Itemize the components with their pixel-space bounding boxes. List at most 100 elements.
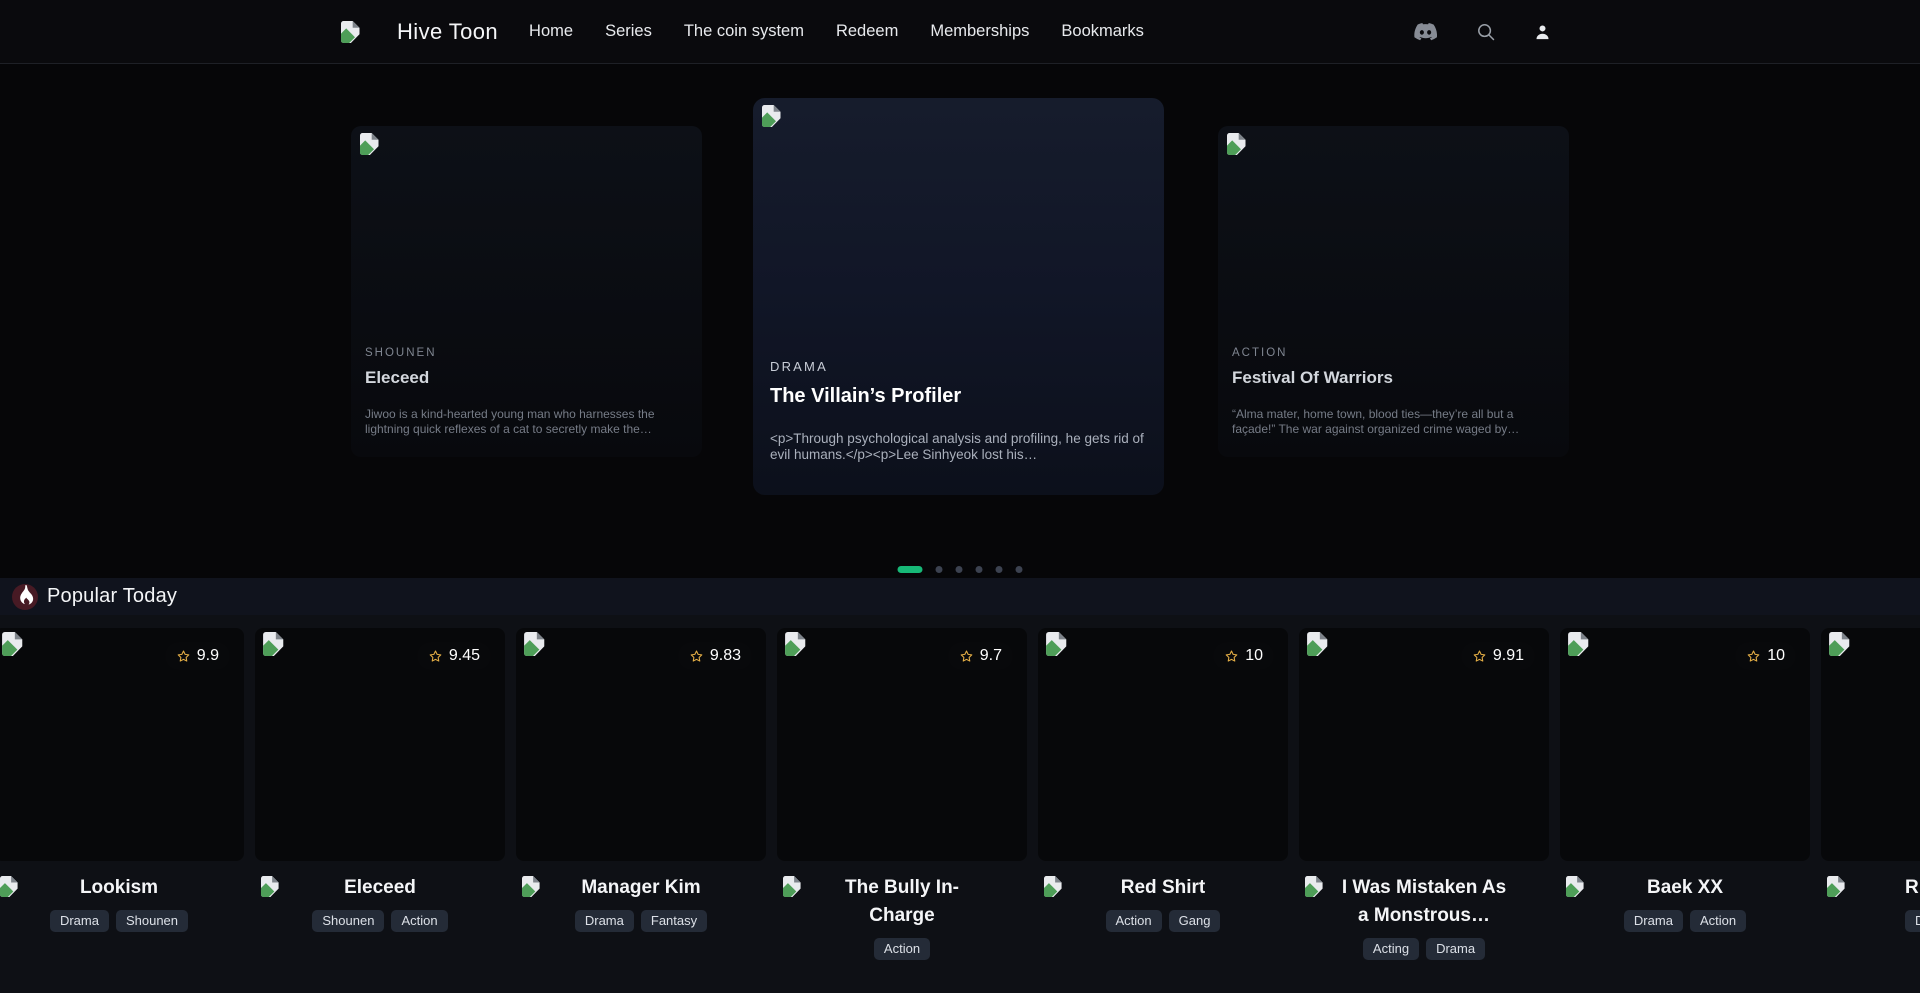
slide-title[interactable]: Eleceed [365, 368, 688, 388]
series-meta: Baek XX Drama Action [1560, 874, 1810, 932]
genre-tag[interactable]: Shounen [116, 910, 188, 932]
nav-link-memberships[interactable]: Memberships [930, 22, 1029, 41]
carousel-dot[interactable] [956, 566, 963, 573]
nav-link-coin-system[interactable]: The coin system [684, 22, 804, 41]
series-cover[interactable] [1821, 628, 1920, 861]
series-card[interactable]: R Th D [1821, 628, 1920, 960]
popular-today-header: Popular Today [0, 578, 1920, 615]
genre-tag[interactable]: Drama [575, 910, 634, 932]
slide-genre: SHOUNEN [365, 347, 688, 359]
broken-image-icon [1044, 876, 1063, 897]
rating-badge: 9.9 [165, 642, 230, 670]
rating-value: 9.83 [710, 647, 741, 665]
series-title[interactable]: I Was Mistaken As a Monstrous… [1337, 874, 1512, 930]
rating-value: 10 [1767, 647, 1785, 665]
series-card[interactable]: 10 Baek XX Drama Action [1560, 628, 1810, 960]
series-card[interactable]: 9.9 Lookism Drama Shounen [0, 628, 244, 960]
series-cover[interactable]: 9.45 [255, 628, 505, 861]
hero-slide-next[interactable]: ACTION Festival Of Warriors “Alma mater,… [1218, 126, 1569, 457]
series-meta: R Th D [1821, 874, 1920, 932]
genre-tag[interactable]: Action [391, 910, 447, 932]
popular-section: 9.9 Lookism Drama Shounen 9.45 [0, 615, 1920, 993]
series-title[interactable]: R Th [1905, 874, 1920, 902]
series-title[interactable]: Lookism [32, 874, 207, 902]
series-cover[interactable]: 9.83 [516, 628, 766, 861]
genre-tag[interactable]: Fantasy [641, 910, 707, 932]
slide-genre: DRAMA [770, 359, 1147, 374]
broken-image-icon [263, 632, 285, 656]
hero-carousel: SHOUNEN Eleceed Jiwoo is a kind-hearted … [0, 64, 1920, 578]
rating-badge: 9.83 [678, 642, 752, 670]
series-cover[interactable]: 9.9 [0, 628, 244, 861]
broken-image-icon [1307, 632, 1329, 656]
series-card[interactable]: 9.7 The Bully In-Charge Action [777, 628, 1027, 960]
series-meta: I Was Mistaken As a Monstrous… Acting Dra… [1299, 874, 1549, 960]
series-title[interactable]: Baek XX [1598, 874, 1773, 902]
carousel-dot[interactable] [1016, 566, 1023, 573]
broken-image-icon [1566, 876, 1585, 897]
user-icon[interactable] [1535, 24, 1550, 40]
broken-image-icon [1227, 132, 1247, 156]
broken-image-icon [360, 132, 380, 156]
broken-image-icon [783, 876, 802, 897]
slide-title[interactable]: Festival Of Warriors [1232, 368, 1555, 388]
discord-icon[interactable] [1414, 23, 1437, 41]
carousel-dot[interactable] [936, 566, 943, 573]
tag-list: D [1905, 910, 1920, 932]
genre-tag[interactable]: Gang [1169, 910, 1221, 932]
carousel-dot[interactable] [976, 566, 983, 573]
genre-tag[interactable]: Drama [50, 910, 109, 932]
nav-link-series[interactable]: Series [605, 22, 652, 41]
genre-tag[interactable]: Action [1106, 910, 1162, 932]
series-title[interactable]: Red Shirt [1076, 874, 1251, 902]
site-logo-broken-image-icon[interactable] [341, 20, 361, 44]
rating-value: 9.7 [980, 647, 1002, 665]
series-card[interactable]: 9.91 I Was Mistaken As a Monstrous… Acti… [1299, 628, 1549, 960]
series-meta: Red Shirt Action Gang [1038, 874, 1288, 932]
section-heading: Popular Today [47, 585, 177, 608]
rating-badge: 9.91 [1461, 642, 1535, 670]
series-meta: Lookism Drama Shounen [0, 874, 244, 932]
series-cover[interactable]: 10 [1038, 628, 1288, 861]
genre-tag[interactable]: Drama [1624, 910, 1683, 932]
search-icon[interactable] [1477, 23, 1495, 41]
series-cover[interactable]: 9.91 [1299, 628, 1549, 861]
nav-link-redeem[interactable]: Redeem [836, 22, 898, 41]
series-card[interactable]: 9.45 Eleceed Shounen Action [255, 628, 505, 960]
carousel-pagination [898, 566, 1023, 573]
navbar: Hive Toon Home Series The coin system Re… [0, 0, 1920, 64]
series-card[interactable]: 10 Red Shirt Action Gang [1038, 628, 1288, 960]
carousel-dot[interactable] [898, 566, 923, 573]
rating-value: 9.9 [197, 647, 219, 665]
genre-tag[interactable]: Action [1690, 910, 1746, 932]
slide-description: “Alma mater, home town, blood ties—they’… [1232, 407, 1555, 437]
series-title[interactable]: The Bully In-Charge [815, 874, 990, 930]
star-icon [959, 649, 974, 664]
rating-badge: 10 [1735, 642, 1796, 670]
genre-tag[interactable]: Drama [1426, 938, 1485, 960]
broken-image-icon [0, 876, 19, 897]
rating-value: 10 [1245, 647, 1263, 665]
hero-slide-previous[interactable]: SHOUNEN Eleceed Jiwoo is a kind-hearted … [351, 126, 702, 457]
brand-title[interactable]: Hive Toon [397, 19, 498, 45]
series-cover[interactable]: 10 [1560, 628, 1810, 861]
genre-tag[interactable]: D [1905, 910, 1920, 932]
series-card[interactable]: 9.83 Manager Kim Drama Fantasy [516, 628, 766, 960]
hero-slide-active[interactable]: DRAMA The Villain’s Profiler <p>Through … [753, 98, 1164, 495]
genre-tag[interactable]: Shounen [312, 910, 384, 932]
broken-image-icon [785, 632, 807, 656]
genre-tag[interactable]: Action [874, 938, 930, 960]
carousel-dot[interactable] [996, 566, 1003, 573]
tag-list: Action [777, 938, 1027, 960]
main-nav: Home Series The coin system Redeem Membe… [529, 22, 1144, 41]
nav-link-home[interactable]: Home [529, 22, 573, 41]
slide-title[interactable]: The Villain’s Profiler [770, 385, 1147, 408]
popular-card-row: 9.9 Lookism Drama Shounen 9.45 [0, 628, 1920, 960]
series-cover[interactable]: 9.7 [777, 628, 1027, 861]
genre-tag[interactable]: Acting [1363, 938, 1419, 960]
series-title[interactable]: Eleceed [293, 874, 468, 902]
broken-image-icon [522, 876, 541, 897]
series-title[interactable]: Manager Kim [554, 874, 729, 902]
tag-list: Drama Action [1560, 910, 1810, 932]
nav-link-bookmarks[interactable]: Bookmarks [1061, 22, 1144, 41]
